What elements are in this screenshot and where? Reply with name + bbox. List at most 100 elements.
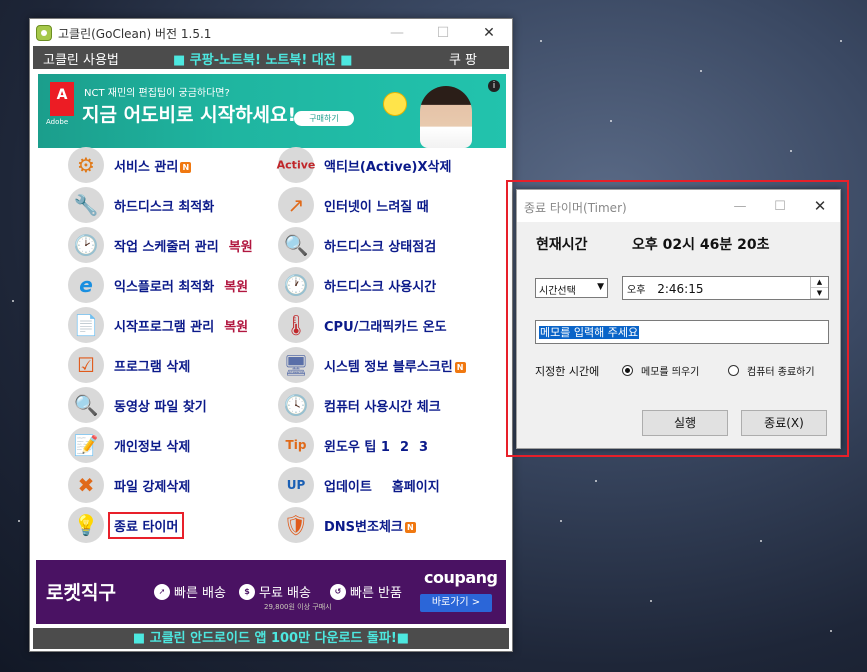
maximize-button[interactable]: ☐ xyxy=(420,19,466,47)
disk-magnifier-icon: 🔍 xyxy=(278,227,314,263)
menu-item-dns-check[interactable]: 🛡 DNS변조체크 N xyxy=(278,507,416,543)
time-select-dropdown[interactable]: 시간선택 ▼ xyxy=(535,278,608,298)
menu-item-task-scheduler[interactable]: 🕑 작업 스케줄러 관리 복원 xyxy=(68,227,253,263)
activex-icon: Active xyxy=(277,147,315,183)
menu-item-label: 종료 타이머 xyxy=(108,511,185,539)
usage-menu[interactable]: 고클린 사용법 xyxy=(43,49,119,68)
menu-item-file-force-delete[interactable]: ✖ 파일 강제삭제 xyxy=(68,467,190,503)
title-bar[interactable]: 고클린(GoClean) 버전 1.5.1 — ☐ ✕ xyxy=(30,19,512,47)
disk-tool-icon: 🔧 xyxy=(68,187,104,223)
menu-item-label: 업데이트 xyxy=(324,479,372,495)
promo-link[interactable]: ■ 쿠팡-노트북! 노트북! 대전 ■ xyxy=(173,49,353,68)
menu-item-system-info[interactable]: 🖥 시스템 정보 블루스크린 N xyxy=(278,347,466,383)
menu-item-label: 시스템 정보 블루스크린 xyxy=(324,359,453,375)
menu-item-cpu-gpu-temp[interactable]: 🌡 CPU/그래픽카드 온도 xyxy=(278,307,447,343)
menu-item-disk-health[interactable]: 🔍 하드디스크 상태점검 xyxy=(278,227,436,263)
memo-input-text: 메모를 입력해 주세요 xyxy=(539,326,640,339)
window-title: 고클린(GoClean) 버전 1.5.1 xyxy=(58,27,212,41)
timer-window-title: 종료 타이머(Timer) xyxy=(524,201,627,215)
document-edit-icon: 📝 xyxy=(68,427,104,463)
gear-icon: ⚙ xyxy=(68,147,104,183)
timer-minimize-button[interactable]: — xyxy=(720,192,760,220)
minimize-button[interactable]: — xyxy=(374,19,420,47)
adobe-logo: A xyxy=(50,82,74,116)
chevron-down-icon: ▼ xyxy=(597,282,604,292)
spin-down-icon[interactable]: ▼ xyxy=(811,288,828,299)
tip-2-link[interactable]: 2 xyxy=(400,440,409,455)
current-time-label: 현재시간 xyxy=(536,237,588,253)
menu-item-label: 액티브(Active)X삭제 xyxy=(324,159,452,175)
info-icon[interactable]: i xyxy=(488,80,500,92)
menu-item-internet-slow[interactable]: ↗ 인터넷이 느려질 때 xyxy=(278,187,429,223)
homepage-link[interactable]: 홈페이지 xyxy=(392,480,440,495)
menu-item-label: 인터넷이 느려질 때 xyxy=(324,199,429,215)
menu-item-label: 서비스 관리 xyxy=(114,159,179,175)
update-icon: UP xyxy=(278,467,314,503)
menu-item-label: 동영상 파일 찾기 xyxy=(114,399,207,415)
restore-link[interactable]: 복원 xyxy=(224,320,248,335)
new-badge: N xyxy=(454,361,466,373)
restore-link[interactable]: 복원 xyxy=(229,240,253,255)
menu-item-label: 컴퓨터 사용시간 체크 xyxy=(324,399,441,415)
checklist-icon: ☑ xyxy=(68,347,104,383)
menu-item-windows-tips[interactable]: Tip 윈도우 팁 1 23 xyxy=(278,427,428,463)
menu-item-label: 하드디스크 최적화 xyxy=(114,199,215,215)
time-spinner[interactable]: ▲ ▼ xyxy=(810,277,828,299)
radio-unselected-icon xyxy=(728,365,739,376)
time-value: 2:46:15 xyxy=(657,282,704,296)
document-list-icon: 📄 xyxy=(68,307,104,343)
menu-item-update[interactable]: UP 업데이트 홈페이지 xyxy=(278,467,440,503)
menu-bar: 고클린 사용법 ■ 쿠팡-노트북! 노트북! 대전 ■ 쿠 팡 xyxy=(33,46,509,69)
adobe-logo-text: Adobe xyxy=(46,118,69,126)
menu-item-video-search[interactable]: 🔍 동영상 파일 찾기 xyxy=(68,387,207,423)
time-picker-field[interactable]: 오후 2:46:15 ▲ ▼ xyxy=(622,276,829,300)
menu-item-label: 하드디스크 사용시간 xyxy=(324,279,437,295)
menu-item-pc-usage-check[interactable]: 🕓 컴퓨터 사용시간 체크 xyxy=(278,387,441,423)
menu-item-activex-delete[interactable]: Active 액티브(Active)X삭제 xyxy=(277,147,452,183)
free-delivery-condition: 29,800원 이상 구매시 xyxy=(264,603,332,611)
android-promo-footer[interactable]: ■ 고클린 안드로이드 앱 100만 다운로드 돌파!■ xyxy=(33,628,509,649)
clock-icon: 🕓 xyxy=(278,387,314,423)
menu-item-ie-optimize[interactable]: e 익스플로러 최적화 복원 xyxy=(68,267,248,303)
thermometer-icon: 🌡 xyxy=(278,307,314,343)
free-delivery: $ 무료 배송 xyxy=(239,582,311,601)
shield-icon: 🛡 xyxy=(278,507,314,543)
go-button[interactable]: 바로가기 > xyxy=(420,594,492,612)
delivery-icon: ➚ xyxy=(154,583,170,600)
menu-item-privacy-delete[interactable]: 📝 개인정보 삭제 xyxy=(68,427,190,463)
menu-item-disk-usage-time[interactable]: 🕐 하드디스크 사용시간 xyxy=(278,267,436,303)
ad-buy-button[interactable]: 구매하기 xyxy=(294,111,354,126)
adobe-ad-banner[interactable]: A Adobe NCT 재민의 편집팁이 궁금하다면? 지금 어도비로 시작하세… xyxy=(38,74,506,148)
spin-up-icon[interactable]: ▲ xyxy=(811,277,828,288)
current-time-value: 오후 02시 46분 20초 xyxy=(632,237,770,253)
coupang-menu[interactable]: 쿠 팡 xyxy=(449,49,477,68)
menu-item-shutdown-timer[interactable]: 💡 종료 타이머 xyxy=(68,507,185,543)
menu-item-label: 프로그램 삭제 xyxy=(114,359,191,375)
at-time-label: 지정한 시간에 xyxy=(535,365,600,378)
tip-3-link[interactable]: 3 xyxy=(419,440,428,455)
memo-input[interactable]: 메모를 입력해 주세요 xyxy=(535,320,829,344)
menu-item-disk-optimize[interactable]: 🔧 하드디스크 최적화 xyxy=(68,187,214,223)
run-button[interactable]: 실행 xyxy=(642,410,728,436)
coupang-ad-banner[interactable]: 로켓직구 ➚ 빠른 배송 $ 무료 배송 ↺ 빠른 반품 29,800원 이상 구매시… xyxy=(36,560,506,624)
tip-icon: Tip xyxy=(278,427,314,463)
menu-item-service-manage[interactable]: ⚙ 서비스 관리 N xyxy=(68,147,192,183)
menu-item-label: 개인정보 삭제 xyxy=(114,439,191,455)
menu-item-startup-manage[interactable]: 📄 시작프로그램 관리 복원 xyxy=(68,307,248,343)
new-badge: N xyxy=(404,521,416,533)
exit-button[interactable]: 종료(X) xyxy=(741,410,827,436)
menu-item-program-uninstall[interactable]: ☑ 프로그램 삭제 xyxy=(68,347,190,383)
timer-maximize-button[interactable]: ☐ xyxy=(760,192,800,220)
delete-x-icon: ✖ xyxy=(68,467,104,503)
radio-show-memo[interactable]: 메모를 띄우기 xyxy=(622,363,699,378)
magnifier-icon: 🔍 xyxy=(68,387,104,423)
close-button[interactable]: ✕ xyxy=(466,19,512,47)
fast-delivery: ➚ 빠른 배송 xyxy=(154,582,226,601)
timer-title-bar[interactable]: 종료 타이머(Timer) — ☐ ✕ xyxy=(517,190,840,222)
ad-headline: 지금 어도비로 시작하세요! xyxy=(82,104,297,126)
radio-shutdown-pc[interactable]: 컴퓨터 종료하기 xyxy=(728,363,815,378)
restore-link[interactable]: 복원 xyxy=(224,280,248,295)
timer-close-button[interactable]: ✕ xyxy=(800,192,840,220)
internet-explorer-icon: e xyxy=(68,267,104,303)
ad-person-image xyxy=(420,86,472,148)
